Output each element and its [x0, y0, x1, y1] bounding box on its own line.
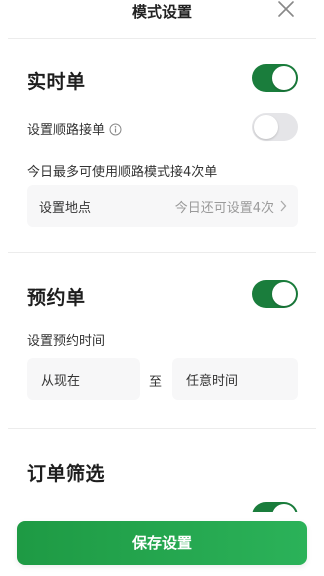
time-to-value: 任意时间: [186, 374, 239, 389]
time-from-value: 从现在: [41, 374, 81, 389]
realtime-toggle[interactable]: [252, 64, 298, 92]
reservation-section-title: 预约单: [27, 287, 86, 309]
save-button[interactable]: 保存设置: [17, 521, 307, 565]
set-location-label: 设置地点: [39, 201, 92, 216]
realtime-section-title: 实时单: [27, 71, 86, 93]
shunlu-label-text: 设置顺路接单: [27, 123, 106, 138]
reservation-time-label: 设置预约时间: [27, 334, 106, 349]
filter-section-title: 订单筛选: [27, 463, 106, 485]
header: 模式设置: [0, 0, 324, 26]
reservation-toggle[interactable]: [252, 280, 298, 308]
toggle-knob: [272, 66, 296, 90]
shunlu-label: 设置顺路接单: [27, 119, 122, 138]
shunlu-limit-text: 今日最多可使用顺路模式接4次单: [27, 165, 218, 180]
divider: [8, 252, 316, 253]
set-location-row[interactable]: 设置地点 今日还可设置4次: [27, 185, 298, 227]
toggle-knob: [254, 115, 278, 139]
close-icon[interactable]: [276, 0, 296, 19]
divider: [8, 38, 316, 39]
toggle-knob: [272, 282, 296, 306]
time-to-field[interactable]: 任意时间: [172, 358, 298, 400]
time-to-separator: 至: [149, 375, 163, 390]
info-icon[interactable]: [109, 123, 122, 136]
mode-settings-screen: 模式设置 实时单 设置顺路接单 今日最多可使用顺路模式接4次单 设置地点 今日还…: [0, 0, 324, 576]
chevron-right-icon: [280, 200, 287, 212]
divider: [8, 428, 316, 429]
time-from-field[interactable]: 从现在: [27, 358, 140, 400]
set-location-hint: 今日还可设置4次: [174, 201, 274, 216]
shunlu-toggle[interactable]: [252, 113, 298, 141]
